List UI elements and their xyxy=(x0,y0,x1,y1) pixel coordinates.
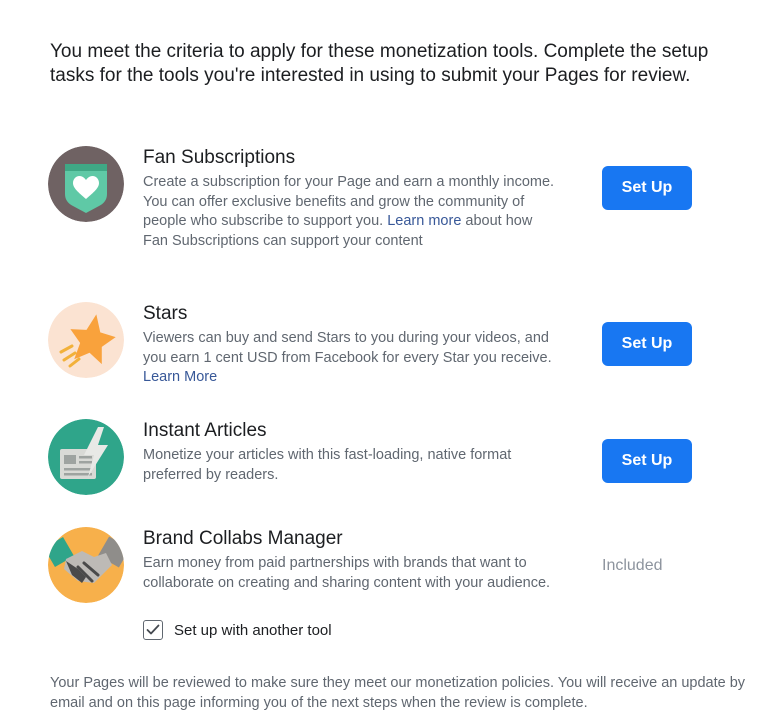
tool-title: Instant Articles xyxy=(143,420,267,441)
star-icon xyxy=(48,302,124,378)
tool-description: Earn money from paid partnerships with b… xyxy=(143,555,551,591)
tool-description: Monetize your articles with this fast-lo… xyxy=(143,447,512,483)
tool-title: Fan Subscriptions xyxy=(143,147,296,168)
set-up-button[interactable]: Set Up xyxy=(602,166,692,210)
handshake-icon xyxy=(48,527,124,603)
set-up-button[interactable]: Set Up xyxy=(602,322,692,366)
tool-title: Stars xyxy=(143,303,188,324)
review-notice: Your Pages will be reviewed to make sure… xyxy=(50,675,746,711)
learn-more-link[interactable]: Learn more xyxy=(387,213,461,229)
tool-title: Brand Collabs Manager xyxy=(143,528,343,549)
lightning-article-icon xyxy=(48,419,124,495)
included-status: Included xyxy=(602,557,663,574)
set-up-with-another-tool-row: Set up with another tool xyxy=(143,620,332,640)
tool-description: Create a subscription for your Page and … xyxy=(143,174,555,249)
set-up-with-another-tool-checkbox[interactable] xyxy=(143,620,163,640)
set-up-button[interactable]: Set Up xyxy=(602,439,692,483)
intro-text: You meet the criteria to apply for these… xyxy=(50,41,709,86)
checkmark-icon xyxy=(146,624,160,635)
checkbox-label: Set up with another tool xyxy=(174,621,332,639)
learn-more-link[interactable]: Learn More xyxy=(143,369,217,385)
heart-badge-icon xyxy=(48,146,124,222)
tool-description: Viewers can buy and send Stars to you du… xyxy=(143,330,552,386)
